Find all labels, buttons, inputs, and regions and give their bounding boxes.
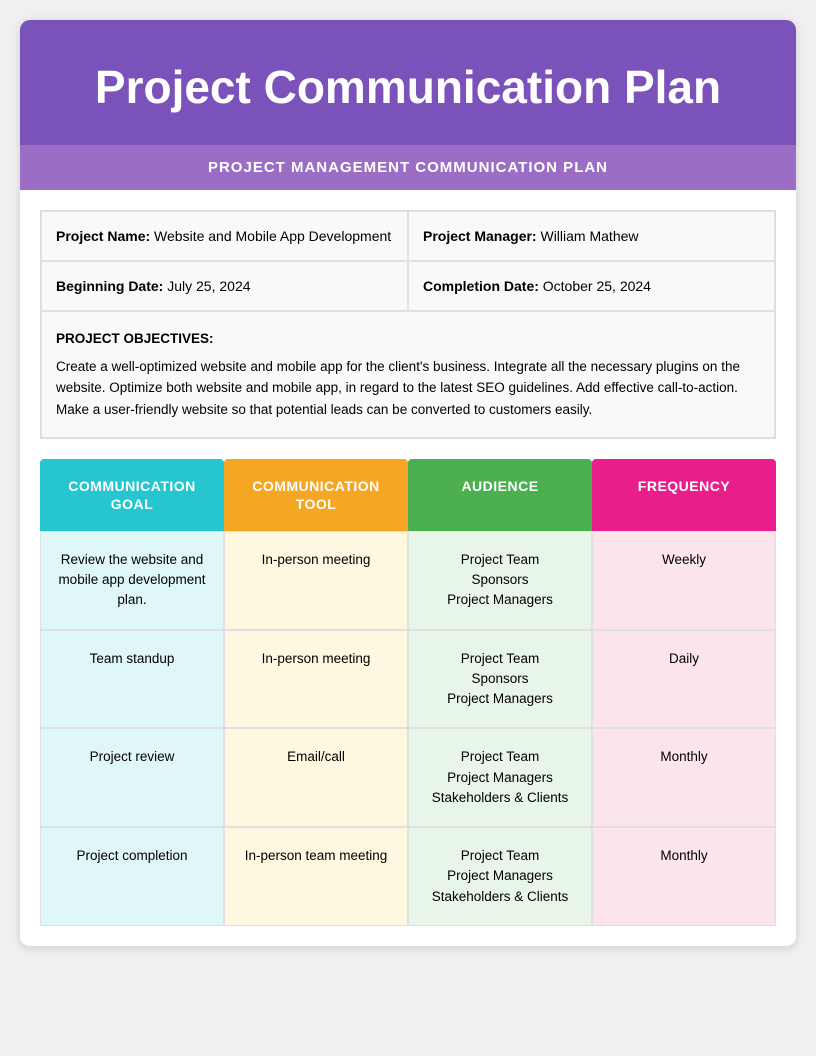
page-title: Project Communication Plan: [50, 60, 766, 115]
th-audience: AUDIENCE: [408, 459, 592, 531]
row-0-frequency: Weekly: [592, 531, 776, 630]
table-row: Project reviewEmail/callProject TeamProj…: [40, 728, 776, 827]
completion-date-cell: Completion Date: October 25, 2024: [408, 261, 775, 311]
th-tool: COMMUNICATION TOOL: [224, 459, 408, 531]
table-row: Project completionIn-person team meeting…: [40, 827, 776, 926]
project-name-label: Project Name:: [56, 228, 150, 244]
th-goal: COMMUNICATION GOAL: [40, 459, 224, 531]
row-1-frequency: Daily: [592, 630, 776, 729]
row-2-frequency: Monthly: [592, 728, 776, 827]
row-3-tool: In-person team meeting: [224, 827, 408, 926]
th-frequency: FREQUENCY: [592, 459, 776, 531]
row-1-tool: In-person meeting: [224, 630, 408, 729]
row-2-audience: Project TeamProject ManagersStakeholders…: [408, 728, 592, 827]
row-1-audience: Project TeamSponsorsProject Managers: [408, 630, 592, 729]
project-manager-label: Project Manager:: [423, 228, 537, 244]
row-2-tool: Email/call: [224, 728, 408, 827]
table-body: Review the website and mobile app develo…: [40, 531, 776, 926]
row-2-goal: Project review: [40, 728, 224, 827]
row-0-goal: Review the website and mobile app develo…: [40, 531, 224, 630]
row-1-goal: Team standup: [40, 630, 224, 729]
info-grid: Project Name: Website and Mobile App Dev…: [41, 211, 775, 437]
row-0-tool: In-person meeting: [224, 531, 408, 630]
objectives-cell: PROJECT OBJECTIVES: Create a well-optimi…: [41, 311, 775, 437]
project-name-cell: Project Name: Website and Mobile App Dev…: [41, 211, 408, 261]
row-0-audience: Project TeamSponsorsProject Managers: [408, 531, 592, 630]
subtitle: PROJECT MANAGEMENT COMMUNICATION PLAN: [50, 159, 766, 176]
row-3-goal: Project completion: [40, 827, 224, 926]
project-manager-value: William Mathew: [540, 228, 638, 244]
completion-date-label: Completion Date:: [423, 278, 539, 294]
table-row: Review the website and mobile app develo…: [40, 531, 776, 630]
header: Project Communication Plan: [20, 20, 796, 145]
project-info: Project Name: Website and Mobile App Dev…: [40, 210, 776, 438]
page: Project Communication Plan PROJECT MANAG…: [20, 20, 796, 946]
completion-date-value: October 25, 2024: [543, 278, 651, 294]
project-manager-cell: Project Manager: William Mathew: [408, 211, 775, 261]
project-name-value: Website and Mobile App Development: [154, 228, 391, 244]
row-3-frequency: Monthly: [592, 827, 776, 926]
row-3-audience: Project TeamProject ManagersStakeholders…: [408, 827, 592, 926]
beginning-date-cell: Beginning Date: July 25, 2024: [41, 261, 408, 311]
objectives-label: PROJECT OBJECTIVES:: [56, 328, 760, 350]
table-header: COMMUNICATION GOAL COMMUNICATION TOOL AU…: [40, 459, 776, 531]
beginning-date-label: Beginning Date:: [56, 278, 163, 294]
beginning-date-value: July 25, 2024: [167, 278, 250, 294]
subheader: PROJECT MANAGEMENT COMMUNICATION PLAN: [20, 145, 796, 190]
communication-table: COMMUNICATION GOAL COMMUNICATION TOOL AU…: [40, 459, 776, 926]
objectives-text: Create a well-optimized website and mobi…: [56, 359, 740, 417]
table-row: Team standupIn-person meetingProject Tea…: [40, 630, 776, 729]
